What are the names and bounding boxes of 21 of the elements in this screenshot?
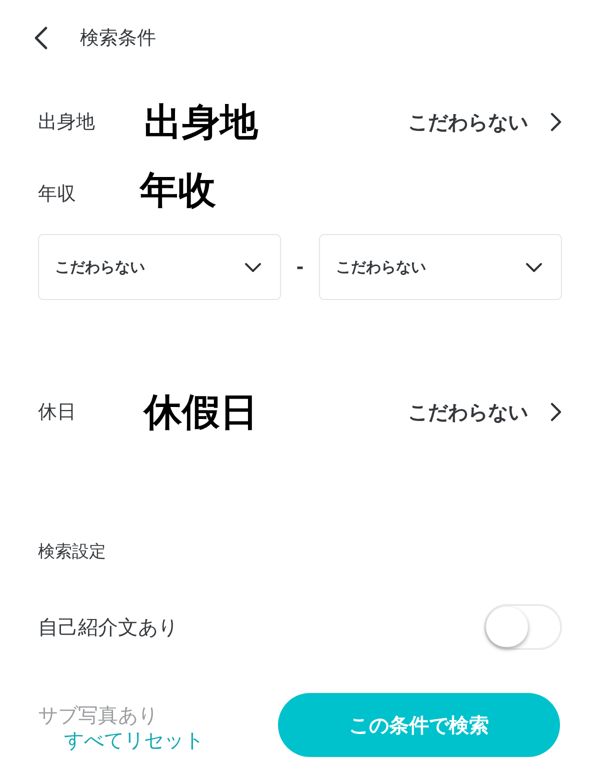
toggle-label: サブ写真あり	[38, 702, 158, 728]
value-link[interactable]: こだわらない	[408, 107, 562, 137]
page-title: 検索条件	[80, 26, 156, 51]
row-label: 休日	[38, 400, 77, 425]
chevron-down-icon	[244, 262, 262, 272]
toggle-label: 自己紹介文あり	[38, 614, 178, 640]
annotation-text: 年收	[140, 166, 216, 214]
annotation-text: 出身地	[144, 98, 258, 146]
range-separator: -	[295, 256, 305, 280]
select-field[interactable]: こだわらない	[38, 234, 281, 300]
chevron-right-icon	[550, 112, 562, 132]
chevron-down-icon	[525, 262, 543, 272]
back-icon[interactable]	[34, 26, 48, 50]
annotation-text: 休假日	[144, 388, 258, 436]
row-label: 年収	[38, 182, 77, 207]
toggle-switch[interactable]	[484, 604, 562, 650]
section-title: 検索設定	[38, 541, 107, 564]
select-field[interactable]: こだわらない	[319, 234, 562, 300]
value-link[interactable]: こだわらない	[408, 397, 562, 427]
row-label: 出身地	[38, 110, 96, 135]
chevron-right-icon	[550, 402, 562, 422]
